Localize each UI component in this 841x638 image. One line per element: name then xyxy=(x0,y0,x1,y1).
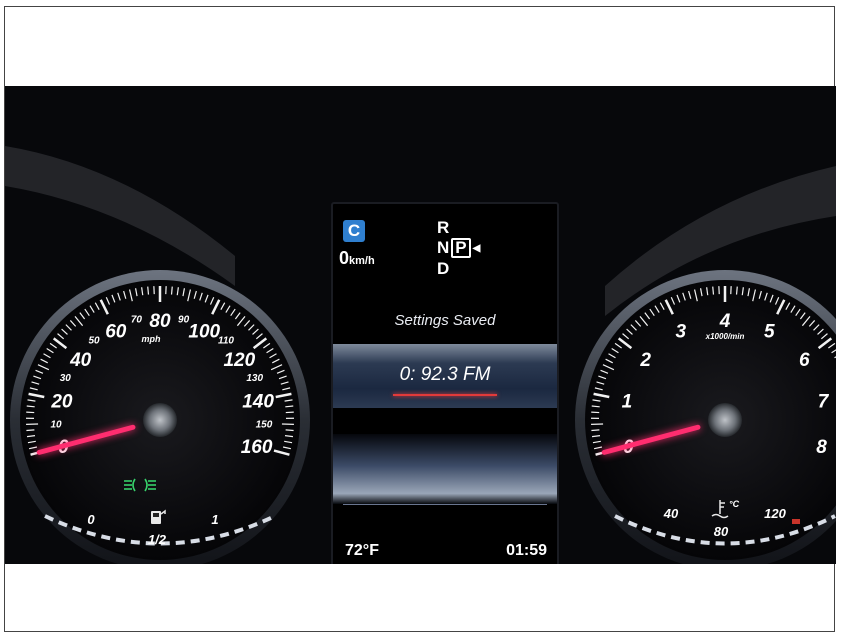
tachometer: 012345678 x1000/min 40 80 120 °C xyxy=(575,270,836,564)
coolant-hot-marker xyxy=(792,519,800,524)
speedometer-tick xyxy=(285,405,294,408)
speedometer-label-40: 40 xyxy=(69,350,92,371)
speedometer-minor-label-50: 50 xyxy=(88,336,100,347)
gear-row-middle: N P ◀ xyxy=(437,238,480,259)
dashboard-trim-left xyxy=(5,146,235,286)
gear-park-selected: P xyxy=(451,238,471,258)
display-lower-glow xyxy=(333,434,557,504)
tachometer-hub xyxy=(708,403,742,437)
tachometer-label-4: 4 xyxy=(719,311,731,332)
outside-temperature: 72°F xyxy=(345,542,379,559)
tachometer-label-8: 8 xyxy=(816,437,827,458)
fuel-full-label: 1 xyxy=(211,512,218,527)
drive-mode-badge: C xyxy=(343,220,365,242)
status-message: Settings Saved xyxy=(394,312,496,329)
digital-speed: 0km/h xyxy=(339,248,375,269)
speedometer-hub xyxy=(143,403,177,437)
speedometer-tick xyxy=(26,405,35,408)
center-info-display: C 0km/h R N P ◀ D Settings Saved 0: 92.3 F… xyxy=(331,202,559,564)
speedometer-minor-label-110: 110 xyxy=(218,336,234,347)
speedometer-tick xyxy=(285,429,294,432)
tachometer-label-3: 3 xyxy=(675,321,686,342)
speedometer-label-160: 160 xyxy=(241,437,273,458)
speedometer-label-20: 20 xyxy=(50,391,73,412)
tachometer-label-5: 5 xyxy=(764,321,775,342)
tachometer-label-1: 1 xyxy=(622,391,633,412)
tachometer-tick xyxy=(712,286,715,295)
speedometer-minor-label-150: 150 xyxy=(256,419,273,430)
gear-selected-arrow-icon: ◀ xyxy=(472,242,481,254)
digital-speed-unit: km/h xyxy=(349,255,375,267)
digital-speed-value: 0 xyxy=(339,248,350,268)
speedometer-minor-label-130: 130 xyxy=(246,373,263,384)
coolant-high-label: 120 xyxy=(764,506,786,521)
speedometer-tick xyxy=(170,286,173,295)
gear-neutral: N xyxy=(437,238,450,257)
instrument-cluster-photo: 0204060801001201401601030507090110130150… xyxy=(5,86,836,564)
tachometer-label-7: 7 xyxy=(818,391,830,412)
gear-reverse: R xyxy=(437,218,450,237)
radio-station: 0: 92.3 FM xyxy=(399,364,491,385)
display-footer-divider xyxy=(343,504,547,505)
speedometer-minor-label-10: 10 xyxy=(50,419,62,430)
speedometer-minor-label-90: 90 xyxy=(178,315,190,326)
gear-indicator: R N P ◀ D xyxy=(437,218,480,279)
speedometer-tick xyxy=(147,286,150,295)
tachometer-unit-label: x1000/min xyxy=(705,332,745,341)
speedometer-tick xyxy=(26,429,35,432)
gear-drive: D xyxy=(437,258,450,278)
speedometer-label-80: 80 xyxy=(149,311,171,332)
fuel-half-label: 1/2 xyxy=(148,532,167,547)
clock: 01:59 xyxy=(506,542,547,559)
coolant-unit-label: °C xyxy=(729,499,740,509)
speedometer-label-120: 120 xyxy=(223,350,255,371)
coolant-low-label: 40 xyxy=(663,506,679,521)
speedometer-label-60: 60 xyxy=(105,321,127,342)
tachometer-tick xyxy=(591,429,600,432)
speedometer-minor-label-30: 30 xyxy=(60,373,72,384)
speedometer: 0 20 40 60 80 100120 140 160 10 30 50 70 90 110 130 150… xyxy=(10,270,310,564)
speedometer-label-140: 140 xyxy=(242,391,274,412)
tachometer-tick xyxy=(591,405,600,408)
tachometer-label-2: 2 xyxy=(639,350,651,371)
speedometer-label-100: 100 xyxy=(188,321,220,342)
tachometer-tick xyxy=(735,286,738,295)
fuel-empty-label: 0 xyxy=(87,512,95,527)
radio-station-underline xyxy=(393,394,497,396)
speedometer-minor-label-70: 70 xyxy=(131,315,143,326)
speedometer-unit-label: mph xyxy=(142,334,162,344)
coolant-mid-label: 80 xyxy=(714,524,729,539)
tachometer-label-6: 6 xyxy=(799,350,810,371)
